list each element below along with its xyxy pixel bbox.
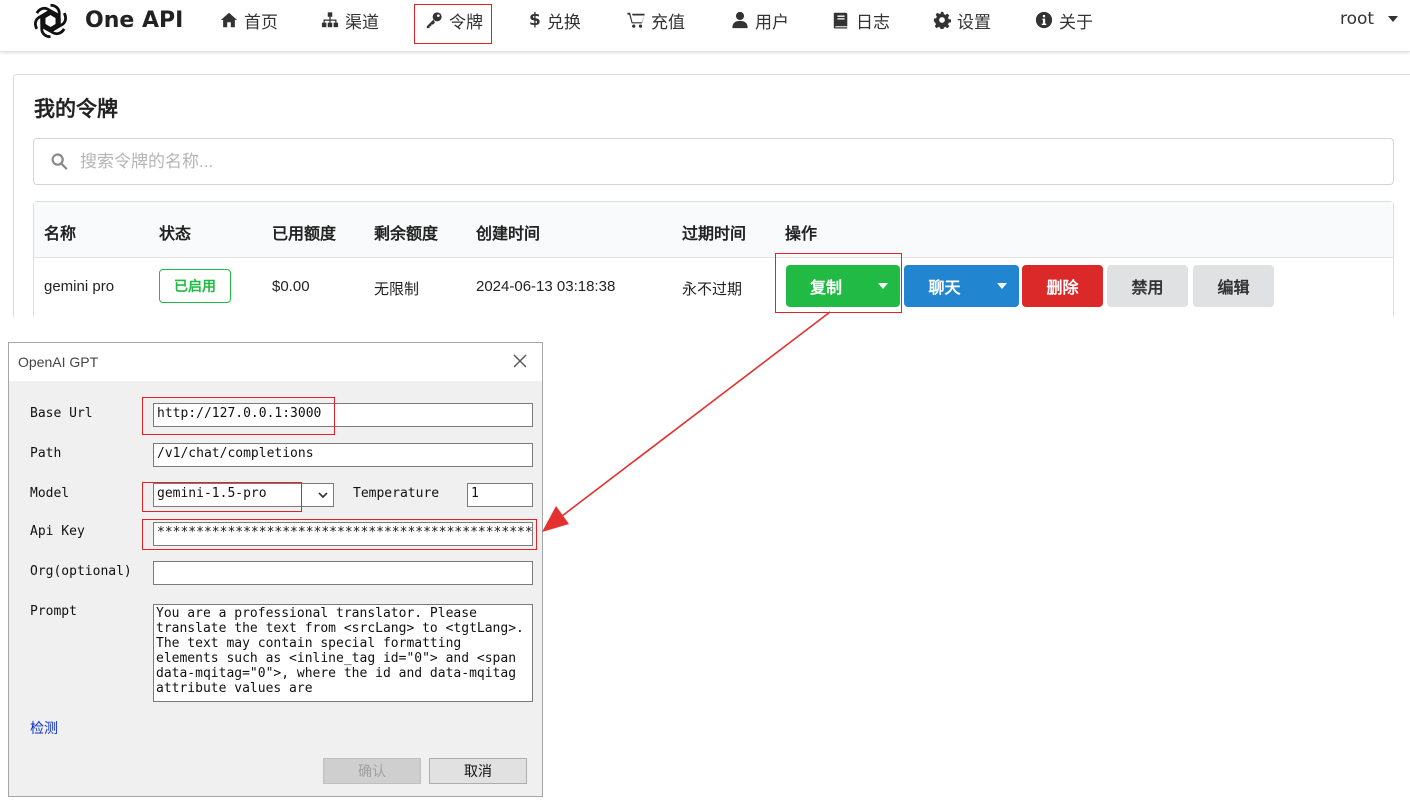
dialog-titlebar: OpenAI GPT bbox=[9, 343, 542, 381]
app-root: One API 首页 渠道 令牌 $ 兑换 充值 用户 日志 设置 关于 roo… bbox=[0, 0, 1410, 803]
nav-label: 设置 bbox=[957, 12, 991, 33]
info-icon bbox=[1035, 11, 1053, 29]
path-label: Path bbox=[30, 446, 62, 461]
nav-item-topup[interactable]: 充值 bbox=[627, 8, 685, 33]
home-icon bbox=[220, 12, 238, 28]
api-key-highlight-box bbox=[142, 519, 537, 550]
header-expires[interactable]: 过期时间 bbox=[682, 220, 746, 244]
dialog-title: OpenAI GPT bbox=[18, 354, 99, 370]
edit-button[interactable]: 编辑 bbox=[1193, 265, 1274, 307]
nav-item-channels[interactable]: 渠道 bbox=[321, 8, 379, 33]
cancel-button[interactable]: 取消 bbox=[429, 758, 527, 784]
nav-label: 首页 bbox=[244, 12, 278, 33]
user-icon bbox=[732, 11, 748, 29]
path-field[interactable]: /v1/chat/completions bbox=[153, 443, 533, 467]
confirm-button[interactable]: 确认 bbox=[323, 758, 421, 784]
chat-dropdown-toggle[interactable] bbox=[985, 265, 1019, 307]
token-name: gemini pro bbox=[44, 278, 115, 295]
nav-label: 关于 bbox=[1059, 12, 1093, 33]
api-key-label: Api Key bbox=[30, 524, 85, 539]
nav-label: 用户 bbox=[755, 12, 789, 33]
page-title: 我的令牌 bbox=[34, 97, 118, 121]
status-badge: 已启用 bbox=[159, 269, 231, 303]
nav-label: 兑换 bbox=[546, 12, 581, 33]
created-time: 2024-06-13 03:18:38 bbox=[476, 278, 616, 295]
top-navbar: One API 首页 渠道 令牌 $ 兑换 充值 用户 日志 设置 关于 roo… bbox=[0, 0, 1410, 52]
dollar-icon: $ bbox=[529, 10, 541, 30]
delete-button[interactable]: 删除 bbox=[1022, 265, 1103, 307]
chat-button[interactable]: 聊天 bbox=[904, 265, 1019, 307]
model-label: Model bbox=[30, 486, 70, 501]
table-header: 名称 状态 已用额度 剩余额度 创建时间 过期时间 操作 bbox=[34, 202, 1393, 258]
search-input[interactable] bbox=[80, 147, 1380, 177]
copy-highlight-box bbox=[775, 253, 902, 313]
header-used[interactable]: 已用额度 bbox=[272, 220, 336, 244]
model-highlight-box bbox=[142, 482, 302, 512]
book-icon bbox=[833, 12, 848, 29]
nav-item-users[interactable]: 用户 bbox=[731, 8, 789, 33]
cart-icon bbox=[627, 12, 645, 28]
header-remaining[interactable]: 剩余额度 bbox=[374, 220, 438, 244]
chat-button-label: 聊天 bbox=[928, 278, 961, 297]
search-icon bbox=[51, 153, 68, 170]
nav-label: 日志 bbox=[856, 12, 890, 33]
gear-icon bbox=[933, 11, 951, 29]
header-actions: 操作 bbox=[785, 224, 818, 243]
remaining-quota: 无限制 bbox=[374, 281, 420, 298]
prompt-label: Prompt bbox=[30, 604, 77, 619]
nav-label: 渠道 bbox=[345, 12, 379, 33]
caret-down-icon bbox=[997, 283, 1007, 289]
user-name: root bbox=[1340, 9, 1375, 29]
tokens-highlight-box bbox=[414, 4, 492, 44]
header-name[interactable]: 名称 bbox=[44, 220, 76, 244]
nav-item-redeem[interactable]: $ 兑换 bbox=[529, 8, 581, 33]
header-created[interactable]: 创建时间 bbox=[476, 220, 540, 244]
openai-logo-icon[interactable] bbox=[28, 0, 73, 42]
prompt-textarea[interactable]: You are a professional translator. Pleas… bbox=[153, 604, 533, 702]
chevron-down-icon bbox=[317, 489, 329, 501]
close-icon bbox=[513, 354, 527, 368]
user-menu[interactable]: root bbox=[1340, 9, 1399, 29]
temperature-label: Temperature bbox=[353, 486, 440, 501]
org-label: Org(optional) bbox=[30, 564, 132, 579]
nav-item-settings[interactable]: 设置 bbox=[933, 8, 991, 33]
used-quota: $0.00 bbox=[272, 278, 310, 295]
dialog-close-button[interactable] bbox=[510, 351, 530, 371]
nav-label: 充值 bbox=[651, 12, 685, 33]
openai-gpt-dialog: OpenAI GPT Base Url http://127.0.0.1:300… bbox=[8, 342, 543, 797]
tokens-card: 我的令牌 名称 状态 已用额度 剩余额度 创建时间 过期时间 操作 gemini… bbox=[13, 74, 1410, 325]
disable-button[interactable]: 禁用 bbox=[1107, 265, 1188, 307]
search-box bbox=[33, 138, 1394, 185]
sitemap-icon bbox=[321, 12, 339, 28]
org-field[interactable] bbox=[153, 561, 533, 585]
tokens-table: 名称 状态 已用额度 剩余额度 创建时间 过期时间 操作 gemini pro … bbox=[33, 201, 1394, 325]
temperature-field[interactable]: 1 bbox=[467, 483, 533, 507]
brand-name[interactable]: One API bbox=[85, 8, 183, 33]
nav-item-logs[interactable]: 日志 bbox=[832, 8, 890, 33]
header-status[interactable]: 状态 bbox=[159, 220, 191, 244]
nav-item-about[interactable]: 关于 bbox=[1035, 8, 1093, 33]
base-url-label: Base Url bbox=[30, 406, 93, 421]
base-url-highlight-box bbox=[142, 397, 335, 435]
caret-down-icon bbox=[1388, 16, 1399, 22]
expire-time: 永不过期 bbox=[682, 281, 743, 298]
detect-link[interactable]: 检测 bbox=[30, 718, 58, 738]
nav-item-home[interactable]: 首页 bbox=[220, 8, 278, 33]
